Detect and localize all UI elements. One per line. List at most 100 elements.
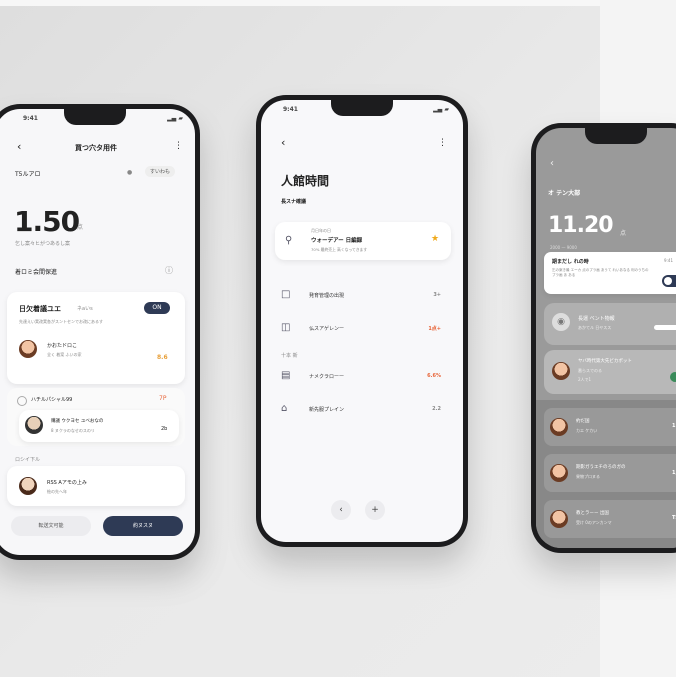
square-icon: □: [281, 289, 291, 300]
item-card[interactable]: ヤバ時代第大先ビカポット 番らスでのる 2人で1: [544, 350, 676, 394]
small-caption: 乞し案々ヒがつあるし案: [15, 241, 71, 247]
add-button[interactable]: +: [365, 500, 385, 520]
person-name: 購議 ウクヨセ ユベおなの: [51, 419, 104, 424]
card-title: ハチルパシャル99: [31, 397, 73, 403]
person-name: RSS Aアモの上み: [47, 480, 87, 486]
back-button[interactable]: ‹: [550, 158, 554, 169]
star-icon[interactable]: ★: [431, 234, 439, 244]
user-icon: ◉: [552, 313, 570, 331]
item-title: 期影ガうエチのろのガの: [576, 465, 626, 470]
phone-left-screen: 9:41 ▂▄ ▰ ‹ 買つ穴タ用件 ⋮ T5ルアロ ● すいわも 1.50 点…: [0, 109, 195, 555]
list-item[interactable]: 期影ガうエチのろのガの果物プロヌる 1点: [544, 454, 676, 492]
user-icon: ⚲: [285, 235, 293, 246]
highlight-card[interactable]: ⚲ 月日年の日 ウォーデアー 日編録 70% 最終売上 高くなってきます ★: [275, 222, 451, 260]
prev-button[interactable]: ‹: [331, 500, 351, 520]
header-label: オ テン大部: [548, 190, 581, 197]
card-highlight[interactable]: 日欠着議ユエ ネaいs ON 先達えい実改実各がスントセンでお改にあるす かおた…: [7, 292, 185, 384]
background-top-strip: [0, 0, 676, 6]
filter-chip[interactable]: すいわも: [145, 166, 176, 177]
person-sub: 8 ヌクラのなせのスのリ: [51, 428, 95, 433]
list-item[interactable]: 約だ国カエ ケカい 1.20: [544, 408, 676, 446]
item-sub: 果物プロヌる: [576, 474, 600, 479]
avatar: [550, 464, 568, 482]
progress-bar: [654, 325, 676, 330]
big-value: 11.20: [548, 213, 614, 238]
avatar: [552, 362, 570, 380]
card-title: 日欠着議ユエ: [19, 305, 61, 313]
home-icon: ⌂: [281, 403, 288, 414]
toggle-knob: [664, 277, 672, 285]
phone-middle-screen: 9:41 ▂▄ ▰ ‹ ⋮ 人館時間 長スナ確議 ⚲ 月日年の日 ウォーデアー …: [261, 100, 463, 542]
phone-right: ‹ オ テン大部 11.20 点 2000 一 9000 期まだし れの時 乞の…: [531, 123, 676, 553]
section-label-2: 十本 新: [281, 353, 298, 359]
highlight-overline: 月日年の日: [311, 228, 331, 233]
list-item-value: 6.6%: [427, 373, 441, 379]
notch: [585, 128, 647, 144]
list-item-value: 1点+: [428, 326, 441, 332]
avatar: [19, 340, 37, 358]
phone-right-screen: ‹ オ テン大部 11.20 点 2000 一 9000 期まだし れの時 乞の…: [536, 128, 676, 548]
highlight-title: ウォーデアー 日編録: [311, 238, 363, 244]
radio-button[interactable]: [17, 396, 27, 406]
person-name: かおたドロこ: [47, 343, 78, 349]
toggle-switch[interactable]: ON: [144, 302, 170, 314]
card-badge: 7P: [159, 395, 167, 402]
page-title: 買つ穴タ用件: [75, 144, 117, 152]
toggle-switch[interactable]: [662, 275, 676, 287]
list-item[interactable]: ⌂ 新先服プレイン 2.2: [275, 397, 451, 423]
list-item[interactable]: ◫ 仏スアゲレンー 1点+: [275, 316, 451, 342]
avatar: [19, 477, 37, 495]
status-icons: ▂▄ ▰: [433, 106, 449, 113]
section-label: 長スナ確議: [281, 199, 307, 205]
avatar: [25, 416, 43, 434]
notice-time: 9:41: [664, 258, 673, 263]
section-label-2: ロシイ下ル: [15, 457, 41, 463]
notice-body: 乞の案き最 エーカ 点のプラ画 あうて れいあなる 利のうちのプラ画 あ ある: [552, 268, 649, 277]
list-item-label: 発育管理の出現: [309, 293, 345, 299]
list-item-label: 仏スアゲレンー: [309, 326, 345, 332]
caption: 2000 一 9000: [550, 245, 577, 250]
item-value: 1点: [672, 470, 676, 476]
section-label: 着ロミ会間保進: [15, 269, 58, 276]
person-badge: 8.6: [157, 354, 168, 361]
big-unit: 点: [77, 224, 84, 231]
item-sub: 受け 0のアンカンマ: [576, 520, 612, 525]
info-icon[interactable]: ⓘ: [165, 265, 173, 276]
avatar: [550, 510, 568, 528]
filter-dot: ●: [127, 169, 133, 176]
inner-person-card[interactable]: 購議 ウクヨセ ユベおなの 8 ヌクラのなせのスのリ 2b: [19, 410, 179, 442]
card-subtext: 先達えい実改実各がスントセンでお改にあるす: [19, 319, 103, 324]
item-sub-2: 2人で1: [578, 377, 592, 382]
big-unit: 点: [620, 230, 627, 237]
notch: [64, 109, 126, 125]
item-title: 約だ国: [576, 419, 590, 424]
page-title: 人館時間: [281, 174, 330, 188]
back-button[interactable]: ‹: [17, 140, 21, 153]
back-button[interactable]: ‹: [281, 136, 285, 149]
item-value: TS: [672, 515, 676, 521]
list-item[interactable]: 教とラーー 出国受け 0のアンカンマ TS: [544, 500, 676, 538]
primary-button[interactable]: 約ヌスヌ: [103, 516, 183, 536]
subtitle: T5ルアロ: [15, 171, 41, 178]
card-person[interactable]: RSS Aアモの上み 絵の先へ年: [7, 466, 185, 506]
notice-title: 期まだし れの時: [552, 259, 589, 265]
item-card[interactable]: ◉ 長運 ベント物報 あかてル 日ヤスス: [544, 303, 676, 345]
secondary-button[interactable]: 転送文可能: [11, 516, 91, 536]
avatar: [550, 418, 568, 436]
list-item[interactable]: □ 発育管理の出現 3+: [275, 283, 451, 309]
item-sub: カエ ケカい: [576, 428, 598, 433]
notch: [331, 100, 393, 116]
card-list[interactable]: ハチルパシャル99 7P 購議 ウクヨセ ユベおなの 8 ヌクラのなせのスのリ …: [7, 388, 185, 446]
status-time: 9:41: [23, 115, 38, 122]
list-item[interactable]: ▤ ナメクラローー 6.6%: [275, 364, 451, 390]
item-title: 長運 ベント物報: [578, 316, 615, 322]
person-sub: 絵の先へ年: [47, 489, 67, 494]
list-icon: ▤: [281, 370, 291, 381]
more-icon[interactable]: ⋮: [438, 138, 447, 148]
notice-card[interactable]: 期まだし れの時 乞の案き最 エーカ 点のプラ画 あうて れいあなる 利のうちの…: [544, 252, 676, 294]
status-time: 9:41: [283, 106, 298, 113]
item-sub: あかてル 日ヤスス: [578, 325, 612, 330]
person-sub: 全く 着案 ふいの家: [47, 352, 82, 357]
list-item-value: 2.2: [432, 406, 441, 412]
menu-icon[interactable]: ⋮: [174, 141, 183, 151]
